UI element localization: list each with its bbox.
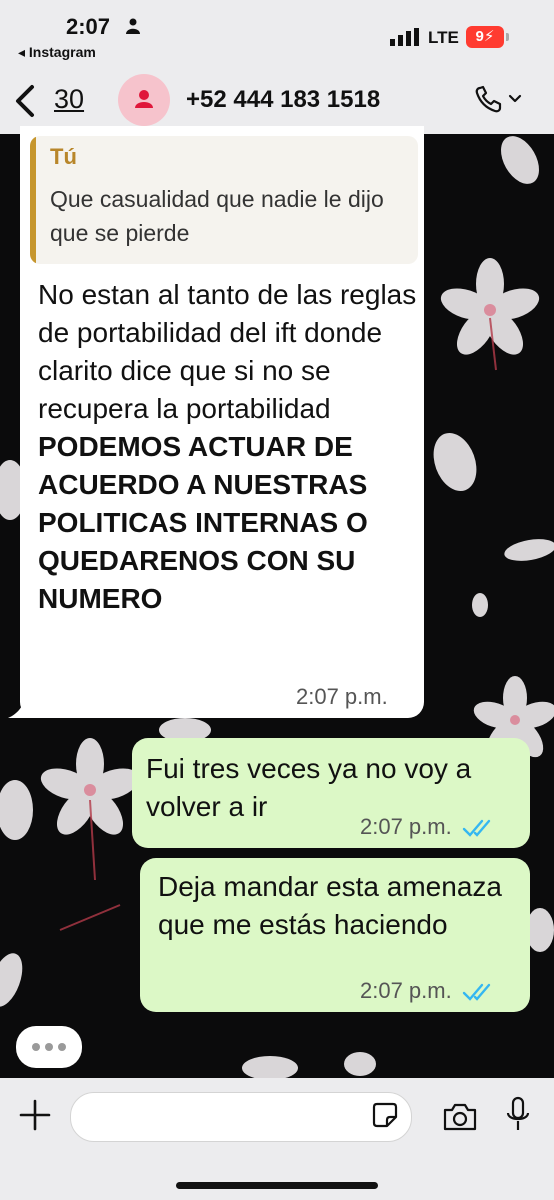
bubble-tail (8, 690, 38, 718)
message-time: 2:07 p.m. (360, 978, 452, 1003)
double-check-read-icon (462, 819, 491, 837)
quoted-message[interactable]: Tú Que casualidad que nadie le dijo que … (30, 136, 418, 264)
message-text: No estan al tanto de las reglas de porta… (38, 276, 418, 618)
sticker-icon[interactable] (372, 1102, 398, 1128)
message-time-and-status: 2:07 p.m. (360, 814, 496, 840)
battery-icon: 9⚡ (466, 26, 504, 48)
chat-header: 2:07 ◂ Instagram LTE 9⚡ 30 +52 444 183 1… (0, 0, 554, 134)
message-text-plain: No estan al tanto de las reglas de porta… (38, 279, 417, 424)
message-text-bold: PODEMOS ACTUAR DE ACUERDO A NUESTRAS POL… (38, 431, 368, 614)
battery-tip (506, 33, 509, 41)
network-type: LTE (428, 28, 459, 47)
unread-count[interactable]: 30 (54, 84, 84, 115)
quote-sender: Tú (50, 144, 77, 169)
default-avatar-icon (135, 90, 153, 108)
message-time: 2:07 p.m. (360, 814, 452, 839)
battery-level: 9 (475, 28, 484, 45)
camera-icon[interactable] (442, 1102, 478, 1132)
phone-call-icon[interactable] (474, 84, 526, 114)
back-to-app-link[interactable]: ◂ Instagram (18, 44, 96, 61)
microphone-icon[interactable] (506, 1096, 530, 1134)
message-outgoing[interactable]: Fui tres veces ya no voy a volver a ir 2… (132, 738, 530, 848)
double-check-read-icon (462, 983, 491, 1001)
message-text: Deja mandar esta amenaza que me estás ha… (158, 871, 502, 940)
status-time: 2:07 (66, 14, 111, 39)
plus-icon[interactable] (18, 1098, 52, 1132)
typing-indicator (16, 1026, 82, 1068)
avatar[interactable] (118, 74, 170, 126)
back-chevron-icon[interactable] (12, 84, 38, 118)
contact-name[interactable]: +52 444 183 1518 (186, 86, 380, 114)
message-input[interactable] (70, 1092, 412, 1142)
quote-text: Que casualidad que nadie le dijo que se … (50, 186, 384, 246)
composer-bar (0, 1078, 554, 1200)
message-time-and-status: 2:07 p.m. (360, 978, 496, 1004)
home-indicator[interactable] (176, 1182, 378, 1189)
message-outgoing[interactable]: Deja mandar esta amenaza que me estás ha… (140, 858, 530, 1012)
focus-person-icon (126, 18, 140, 34)
signal-icon (390, 28, 419, 46)
quote-accent-bar (30, 136, 36, 264)
message-time: 2:07 p.m. (296, 684, 388, 709)
